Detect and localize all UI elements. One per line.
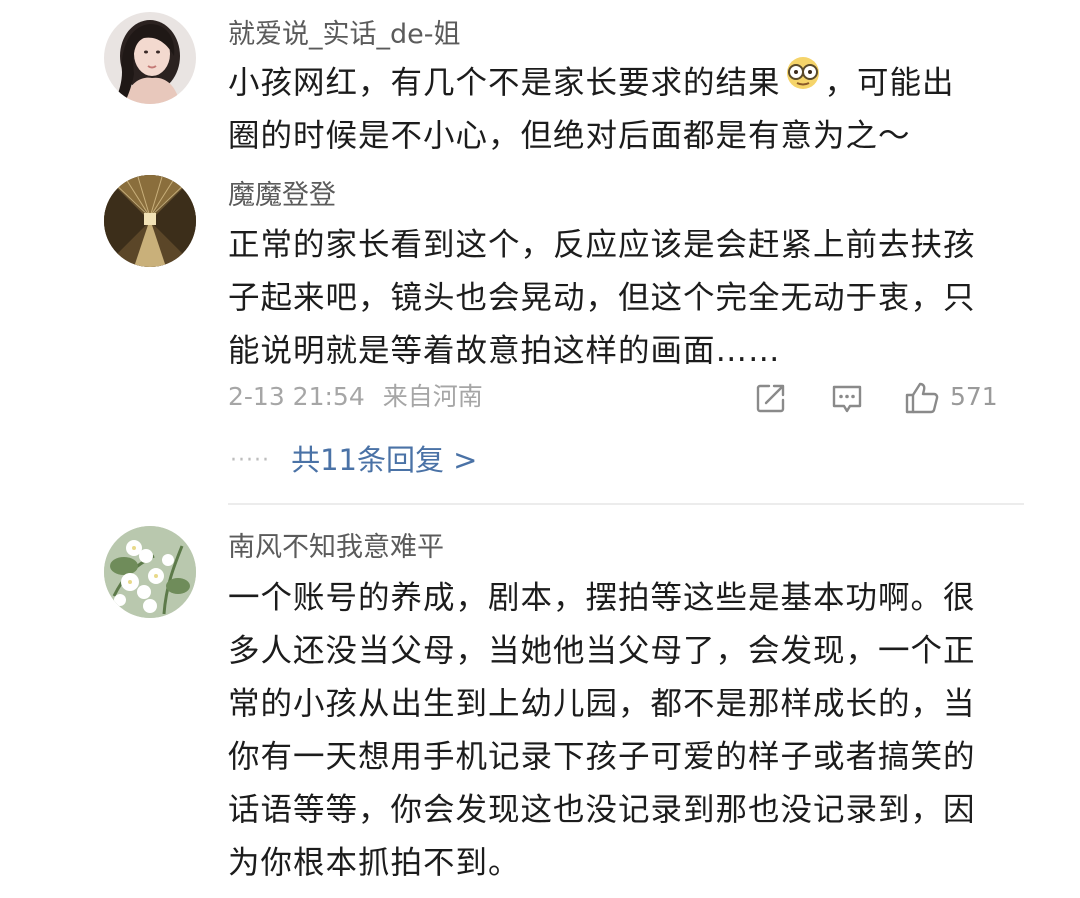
comment-3-line-6: 为你根本抓拍不到。	[228, 845, 521, 881]
comment-2-line-2: 子起来吧，镜头也会晃动，但这个完全无动于衷，只	[228, 280, 976, 316]
comment-2-text: 正常的家长看到这个，反应应该是会赶紧上前去扶孩 子起来吧，镜头也会晃动，但这个完…	[228, 219, 1028, 378]
comment-3-line-3: 常的小孩从出生到上幼儿园，都不是那样成长的，当	[228, 686, 976, 722]
avatar-3-flowers	[104, 526, 196, 618]
comment-1-line-1: 小孩网红，有几个不是家长要求的结果 ，可能出	[228, 55, 1028, 110]
nerd-face-emoji-icon	[783, 55, 823, 108]
comment-3-text: 一个账号的养成，剧本，摆拍等这些是基本功啊。很 多人还没当父母，当她他当父母了，…	[228, 572, 1028, 890]
comment-3-line-1: 一个账号的养成，剧本，摆拍等这些是基本功啊。很	[228, 580, 976, 616]
comment-2-meta: 2-13 21:54 来自河南 571	[228, 377, 1008, 417]
avatar-3[interactable]	[104, 526, 196, 618]
replies-dots: ·····	[230, 447, 270, 473]
comment-1-username[interactable]: 就爱说_实话_de-姐	[228, 17, 461, 53]
view-replies-link[interactable]: 共11条回复 >	[291, 440, 477, 480]
comment-1-line-1-tail: ，可能出	[824, 65, 955, 101]
comment-icon[interactable]	[830, 381, 864, 415]
comment-2-line-1: 正常的家长看到这个，反应应该是会赶紧上前去扶孩	[228, 227, 976, 263]
avatar-1[interactable]	[104, 12, 196, 104]
like-count: 571	[950, 382, 998, 411]
comment-3-username[interactable]: 南风不知我意难平	[228, 530, 444, 566]
comment-2-line-3: 能说明就是等着故意拍这样的画面……	[228, 333, 781, 369]
comment-3-line-2: 多人还没当父母，当她他当父母了，会发现，一个正	[228, 633, 976, 669]
comment-2-meta-text: 2-13 21:54 来自河南	[228, 377, 483, 417]
comment-3-line-4: 你有一天想用手机记录下孩子可爱的样子或者搞笑的	[228, 739, 976, 775]
comment-1-text: 小孩网红，有几个不是家长要求的结果 ，可能出 圈的时候是不小心，但绝对后面都是有意…	[228, 55, 1028, 163]
avatar-2-tunnel	[104, 175, 196, 267]
comment-2-timestamp: 2-13 21:54	[228, 382, 365, 411]
avatar-1-portrait	[104, 12, 196, 104]
comment-3-line-5: 话语等等，你会发现这也没记录到那也没记录到，因	[228, 792, 976, 828]
comment-2-username[interactable]: 魔魔登登	[228, 178, 336, 214]
comment-1-line-1-text: 小孩网红，有几个不是家长要求的结果	[228, 65, 781, 101]
share-icon[interactable]	[754, 381, 788, 415]
replies-row: ····· 共11条回复 >	[230, 440, 477, 480]
comment-divider	[228, 503, 1024, 505]
thumbs-up-icon[interactable]	[904, 381, 940, 415]
comment-2-location: 来自河南	[382, 382, 483, 411]
avatar-2[interactable]	[104, 175, 196, 267]
comment-1-line-2: 圈的时候是不小心，但绝对后面都是有意为之～	[228, 118, 911, 154]
